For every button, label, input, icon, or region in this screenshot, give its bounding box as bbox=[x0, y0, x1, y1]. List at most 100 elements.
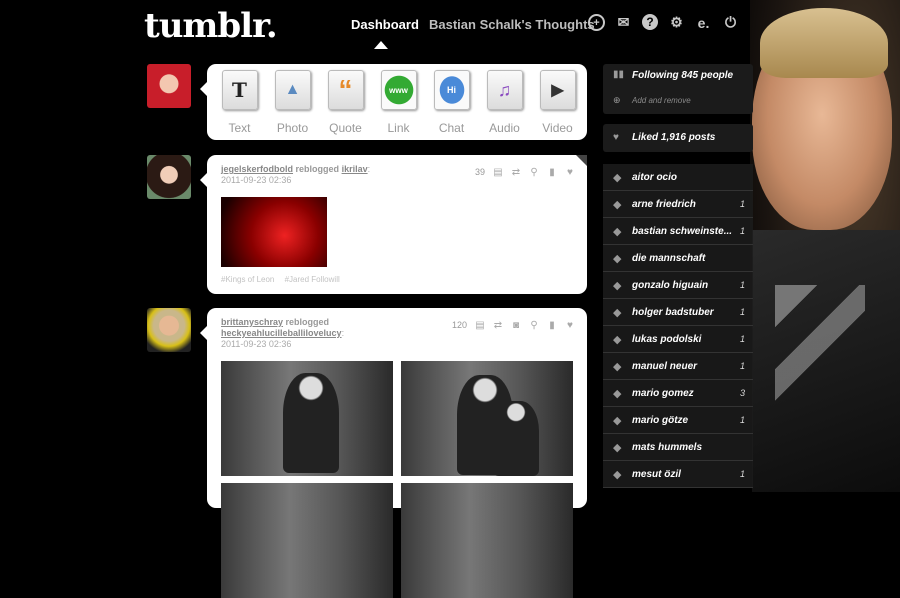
following-count[interactable]: Following 845 people bbox=[632, 70, 733, 81]
tracked-tag-item[interactable]: ◆ holger badstuber 1 bbox=[603, 299, 753, 326]
reblog-icon[interactable]: ⇄ bbox=[511, 167, 521, 178]
tag-name: mats hummels bbox=[632, 441, 703, 453]
compose-audio-button[interactable]: ♫ Audio bbox=[478, 70, 531, 135]
bookmark-icon[interactable]: ▮ bbox=[547, 320, 557, 331]
notes-icon[interactable]: ▤ bbox=[475, 320, 485, 331]
tracked-tag-item[interactable]: ◆ mario götze 1 bbox=[603, 407, 753, 434]
add-person-icon: ⊕ bbox=[613, 95, 621, 105]
power-icon[interactable]: ⏻ bbox=[722, 14, 739, 31]
search-icon[interactable]: ⚲ bbox=[529, 320, 539, 331]
compose-quote-button[interactable]: “ Quote bbox=[319, 70, 372, 135]
tracked-tag-item[interactable]: ◆ lukas podolski 1 bbox=[603, 326, 753, 353]
notes-count[interactable]: 120 bbox=[452, 320, 467, 330]
tag-count: 1 bbox=[739, 415, 745, 425]
photo-post-icon: ▲ bbox=[274, 70, 311, 110]
help-icon[interactable]: ? bbox=[642, 14, 658, 30]
avatar-post-2[interactable] bbox=[147, 308, 191, 352]
mail-icon[interactable]: ✉ bbox=[615, 14, 632, 31]
background-photo-print bbox=[775, 285, 865, 405]
active-nav-caret bbox=[374, 41, 388, 49]
plus-circle-icon[interactable]: + bbox=[588, 14, 605, 31]
notes-icon[interactable]: ▤ bbox=[493, 167, 503, 178]
tracked-tag-item[interactable]: ◆ mesut özil 1 bbox=[603, 461, 753, 488]
e-icon[interactable]: e. bbox=[695, 14, 712, 31]
post-source-link[interactable]: heckyeahlucilleballilovelucy bbox=[221, 328, 342, 338]
video-post-icon: ▶ bbox=[539, 70, 576, 110]
tag-link[interactable]: #Jared Followill bbox=[285, 275, 340, 284]
compose-chat-button[interactable]: Hi Chat bbox=[425, 70, 478, 135]
tumblr-logo[interactable]: tumblr. bbox=[144, 6, 278, 46]
gear-icon[interactable]: ⚙ bbox=[668, 14, 685, 31]
compose-label: Text bbox=[228, 121, 251, 135]
post-date: 2011-09-23 02:36 bbox=[221, 339, 292, 349]
compose-link-button[interactable]: www Link bbox=[372, 70, 425, 135]
post-photo[interactable] bbox=[221, 197, 327, 267]
compose-label: Audio bbox=[489, 121, 520, 135]
tag-name: manuel neuer bbox=[632, 360, 698, 372]
avatar-self[interactable] bbox=[147, 64, 191, 108]
tag-link[interactable]: #Kings of Leon bbox=[221, 275, 274, 284]
add-remove-link[interactable]: Add and remove bbox=[632, 96, 691, 105]
compose-video-button[interactable]: ▶ Video bbox=[531, 70, 584, 135]
notes-count[interactable]: 39 bbox=[475, 167, 485, 177]
quote-post-icon: “ bbox=[327, 70, 364, 110]
post-author-link[interactable]: jegelskerfodbold bbox=[221, 164, 293, 174]
tag-name: bastian schweinste... bbox=[632, 225, 733, 237]
tag-icon: ◆ bbox=[613, 171, 622, 184]
tag-count: 1 bbox=[739, 307, 745, 317]
tag-count: 3 bbox=[739, 388, 745, 398]
tag-name: mario götze bbox=[632, 414, 689, 426]
photoset-image[interactable] bbox=[401, 483, 573, 598]
tracked-tag-item[interactable]: ◆ mats hummels bbox=[603, 434, 753, 461]
tag-icon: ◆ bbox=[613, 387, 622, 400]
tag-icon: ◆ bbox=[613, 414, 622, 427]
tracked-tag-item[interactable]: ◆ die mannschaft bbox=[603, 245, 753, 272]
post-header: jegelskerfodbold reblogged ikrilav: 2011… bbox=[221, 164, 370, 186]
following-panel[interactable]: ▮▮ Following 845 people ⊕ Add and remove bbox=[603, 64, 753, 114]
tag-icon: ◆ bbox=[613, 468, 622, 481]
tracked-tag-item[interactable]: ◆ arne friedrich 1 bbox=[603, 191, 753, 218]
post-source-link[interactable]: ikrilav bbox=[342, 164, 368, 174]
tag-icon: ◆ bbox=[613, 279, 622, 292]
post-card: brittanyschray reblogged heckyeahlucille… bbox=[200, 308, 587, 598]
tracked-tag-item[interactable]: ◆ aitor ocio bbox=[603, 164, 753, 191]
nav-blog-link[interactable]: Bastian Schalk's Thoughts bbox=[429, 17, 595, 32]
tag-icon: ◆ bbox=[613, 225, 622, 238]
tag-name: mesut özil bbox=[632, 468, 681, 480]
tag-name: gonzalo higuain bbox=[632, 279, 709, 291]
dogear-corner bbox=[576, 155, 587, 166]
heart-icon[interactable]: ♥ bbox=[565, 167, 575, 178]
compose-photo-button[interactable]: ▲ Photo bbox=[266, 70, 319, 135]
compose-label: Chat bbox=[438, 121, 465, 135]
post-verb: reblogged bbox=[295, 164, 340, 174]
liked-count[interactable]: Liked 1,916 posts bbox=[632, 132, 715, 143]
tracked-tag-item[interactable]: ◆ manuel neuer 1 bbox=[603, 353, 753, 380]
tracked-tag-item[interactable]: ◆ mario gomez 3 bbox=[603, 380, 753, 407]
tag-count: 1 bbox=[739, 199, 745, 209]
liked-panel[interactable]: ♥ Liked 1,916 posts bbox=[603, 124, 753, 152]
heart-icon: ♥ bbox=[613, 132, 619, 143]
search-icon[interactable]: ⚲ bbox=[529, 167, 539, 178]
reblog-icon[interactable]: ⇄ bbox=[493, 320, 503, 331]
chat-post-icon: Hi bbox=[433, 70, 470, 110]
post-author-link[interactable]: brittanyschray bbox=[221, 317, 283, 327]
photoset-image[interactable] bbox=[401, 361, 573, 476]
tracked-tag-item[interactable]: ◆ gonzalo higuain 1 bbox=[603, 272, 753, 299]
post-card: jegelskerfodbold reblogged ikrilav: 2011… bbox=[200, 155, 587, 294]
tag-count: 1 bbox=[739, 469, 745, 479]
camera-icon[interactable]: ◙ bbox=[511, 320, 521, 331]
compose-text-button[interactable]: T Text bbox=[213, 70, 266, 135]
avatar-post-1[interactable] bbox=[147, 155, 191, 199]
heart-icon[interactable]: ♥ bbox=[565, 320, 575, 331]
photoset-image[interactable] bbox=[221, 361, 393, 476]
tag-name: aitor ocio bbox=[632, 171, 678, 183]
nav-dashboard-link[interactable]: Dashboard bbox=[351, 17, 419, 32]
text-post-icon: T bbox=[221, 70, 258, 110]
photoset-image[interactable] bbox=[221, 483, 393, 598]
tracked-tag-item[interactable]: ◆ bastian schweinste... 1 bbox=[603, 218, 753, 245]
photo-figure bbox=[493, 401, 539, 476]
compose-label: Link bbox=[387, 121, 410, 135]
compose-label: Video bbox=[542, 121, 573, 135]
tag-name: lukas podolski bbox=[632, 333, 702, 345]
bookmark-icon[interactable]: ▮ bbox=[547, 167, 557, 178]
